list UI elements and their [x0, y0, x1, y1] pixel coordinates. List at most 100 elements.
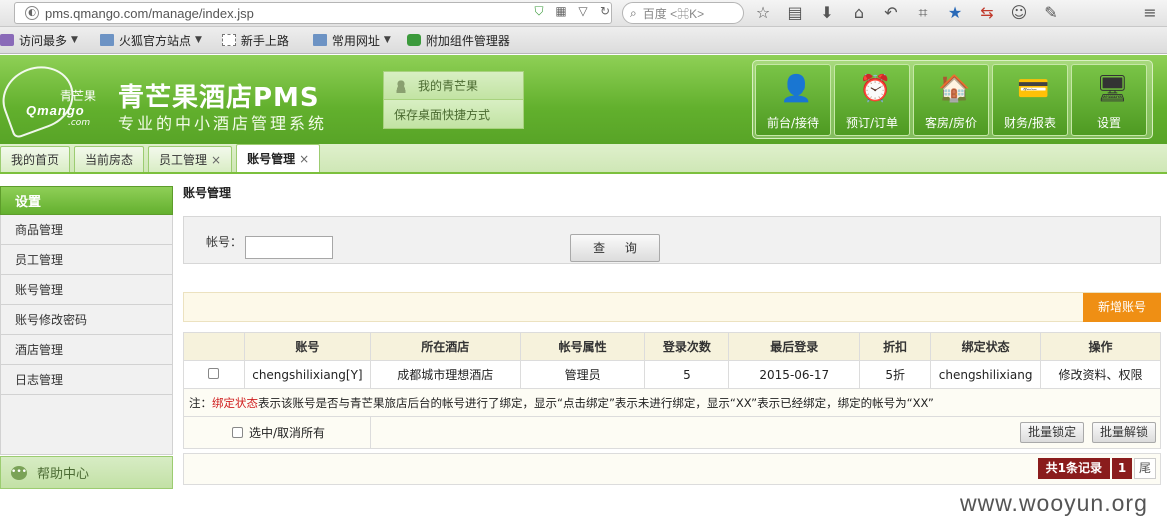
save-shortcut-link[interactable]: 保存桌面快捷方式 [383, 100, 524, 235]
bookmark-common-sites[interactable]: 常用网址 ▼ [312, 32, 391, 49]
col-header-hotel: 所在酒店 [369, 332, 521, 361]
col-header-binding: 绑定状态 [930, 332, 1042, 361]
menu-icon[interactable]: ≡ [1140, 4, 1160, 22]
chat-bubble-icon: ••• [11, 465, 27, 480]
cell-account: chengshilixiang[Y] [243, 360, 371, 389]
close-icon[interactable]: × [211, 153, 221, 167]
account-input[interactable] [245, 236, 333, 259]
tab-bar: 我的首页 当前房态 员工管理 × 账号管理 × [0, 144, 1167, 174]
address-text[interactable]: pms.qmango.com/manage/index.jsp [45, 6, 254, 21]
action-bar: 新增账号 [183, 292, 1161, 322]
back-icon[interactable]: ↶ [882, 4, 900, 22]
cell-last-login: 2015-06-17 [728, 360, 861, 389]
table-header-row: 账号 所在酒店 帐号属性 登录次数 最后登录 折扣 绑定状态 操作 [183, 332, 1161, 361]
module-rooms[interactable]: 🏠 客房/房价 [913, 64, 989, 136]
bookmark-most-visited[interactable]: 访问最多 ▼ [0, 32, 78, 49]
app-header: 青芒果 Qmango .com 青芒果酒店PMS 专业的中小酒店管理系统 我的青… [0, 55, 1167, 235]
app-title: 青芒果酒店PMS [118, 83, 320, 113]
bookmark-addons-manager[interactable]: 附加组件管理器 [406, 32, 510, 49]
reception-icon: 👤 [780, 74, 813, 104]
sidebar-item-logs[interactable]: 日志管理 [0, 365, 173, 395]
row-select-cell [183, 360, 245, 389]
cell-binding: chengshilixiang [930, 360, 1042, 389]
add-account-button[interactable]: 新增账号 [1083, 293, 1161, 322]
bookmark-getting-started[interactable]: 新手上路 [221, 32, 289, 49]
search-input[interactable]: ⌕ 百度 <⌘K> [622, 2, 744, 24]
page-icon [221, 34, 236, 46]
module-settings[interactable]: 🖥 设置 [1071, 64, 1147, 136]
module-reception[interactable]: 👤 前台/接待 [755, 64, 831, 136]
most-visited-icon [0, 34, 14, 46]
reload-icon[interactable]: ↻ [598, 4, 612, 18]
col-header-type: 帐号属性 [519, 332, 646, 361]
shield-icon[interactable]: ⛉ [532, 4, 546, 18]
cell-logins: 5 [644, 360, 730, 389]
addon-icon[interactable]: ✎ [1042, 4, 1060, 22]
cell-hotel: 成都城市理想酒店 [369, 360, 521, 389]
my-qmango-link[interactable]: 我的青芒果 [383, 71, 524, 100]
monitor-icon: 🖥 [1096, 74, 1130, 104]
accounts-table: 账号 所在酒店 帐号属性 登录次数 最后登录 折扣 绑定状态 操作 chengs… [183, 332, 1162, 449]
module-finance[interactable]: 💳 财务/报表 [992, 64, 1068, 136]
app-subtitle: 专业的中小酒店管理系统 [118, 114, 328, 133]
sidebar-item-change-password[interactable]: 账号修改密码 [0, 305, 173, 335]
sidebar-item-products[interactable]: 商品管理 [0, 215, 173, 245]
cell-actions[interactable]: 修改资料、权限 [1040, 360, 1161, 389]
sidebar-item-hotel[interactable]: 酒店管理 [0, 335, 173, 365]
cell-type: 管理员 [519, 360, 646, 389]
sidebar-item-staff[interactable]: 员工管理 [0, 245, 173, 275]
col-header-discount: 折扣 [859, 332, 932, 361]
query-button[interactable]: 查 询 [570, 234, 660, 262]
module-nav: 👤 前台/接待 ⏰ 预订/订单 🏠 客房/房价 💳 财务/报表 🖥 设置 [752, 60, 1153, 139]
home-icon[interactable]: ⌂ [850, 4, 868, 22]
tab-staff[interactable]: 员工管理 × [148, 146, 233, 172]
sidebar: 设置 商品管理 员工管理 账号管理 账号修改密码 酒店管理 日志管理 [0, 186, 173, 491]
module-booking[interactable]: ⏰ 预订/订单 [834, 64, 910, 136]
account-label: 帐号： [206, 235, 243, 249]
query-panel: 帐号： 查 询 [183, 216, 1161, 264]
address-bar[interactable]: ◐ pms.qmango.com/manage/index.jsp [14, 2, 612, 24]
bookmark-star-icon[interactable]: ☆ [754, 4, 772, 22]
tab-room-status[interactable]: 当前房态 [74, 146, 145, 172]
select-all-cell: 选中/取消所有 [183, 416, 371, 449]
favorites-icon[interactable]: ★ [946, 4, 964, 22]
tab-home[interactable]: 我的首页 [0, 146, 71, 172]
search-icon: ⌕ [630, 5, 637, 20]
sidebar-item-accounts[interactable]: 账号管理 [0, 275, 173, 305]
chevron-down-icon: ▼ [383, 35, 391, 45]
alarm-clock-icon: ⏰ [859, 74, 892, 104]
sidebar-heading: 设置 [0, 186, 173, 215]
batch-lock-button[interactable]: 批量锁定 [1020, 422, 1085, 443]
col-header-select [183, 332, 245, 361]
binding-note: 注：绑定状态表示该账号是否与青芒果旅店后台的帐号进行了绑定，显示“点击绑定”表示… [183, 388, 1161, 417]
select-all-label[interactable]: 选中/取消所有 [249, 424, 325, 441]
close-icon[interactable]: × [299, 152, 309, 166]
select-all-checkbox[interactable] [232, 427, 243, 438]
pagination: 共1条记录 1 尾 [1037, 458, 1156, 479]
tab-accounts[interactable]: 账号管理 × [236, 144, 321, 172]
folder-icon [312, 34, 327, 46]
pagination-bar: 共1条记录 1 尾 [183, 453, 1161, 485]
chat-icon[interactable]: ☺ [1010, 4, 1028, 22]
house-icon: 🏠 [938, 74, 971, 104]
crop-icon[interactable]: ⌗ [914, 4, 932, 22]
sidebar-filler [0, 395, 173, 455]
row-checkbox[interactable] [208, 367, 220, 379]
download-icon[interactable]: ⬇ [818, 4, 836, 22]
last-page-button[interactable]: 尾 [1134, 458, 1156, 479]
quick-links: 我的青芒果 保存桌面快捷方式 [383, 71, 524, 235]
qmango-logo: 青芒果 Qmango .com [0, 56, 110, 140]
sync-arrows-icon[interactable]: ⇆ [978, 4, 996, 22]
reader-icon[interactable]: ▤ [786, 4, 804, 22]
finance-icon: 💳 [1017, 74, 1050, 104]
qr-code-icon[interactable]: ▦ [554, 4, 568, 18]
dropdown-arrow-icon[interactable]: ▽ [576, 4, 590, 18]
bookmark-firefox-site[interactable]: 火狐官方站点 ▼ [99, 32, 202, 49]
help-center-button[interactable]: ••• 帮助中心 [0, 456, 173, 489]
bookmarks-bar: 访问最多 ▼ 火狐官方站点 ▼ 新手上路 常用网址 ▼ 附加组件管理器 [0, 27, 1167, 54]
main-content: 账号管理 帐号： 查 询 新增账号 账号 所在酒店 帐号属性 登录次数 最后登录… [183, 182, 1162, 485]
globe-icon: ◐ [25, 6, 39, 20]
note-row: 注：绑定状态表示该账号是否与青芒果旅店后台的帐号进行了绑定，显示“点击绑定”表示… [183, 388, 1161, 417]
page-number-button[interactable]: 1 [1112, 458, 1132, 479]
batch-unlock-button[interactable]: 批量解锁 [1091, 422, 1156, 443]
